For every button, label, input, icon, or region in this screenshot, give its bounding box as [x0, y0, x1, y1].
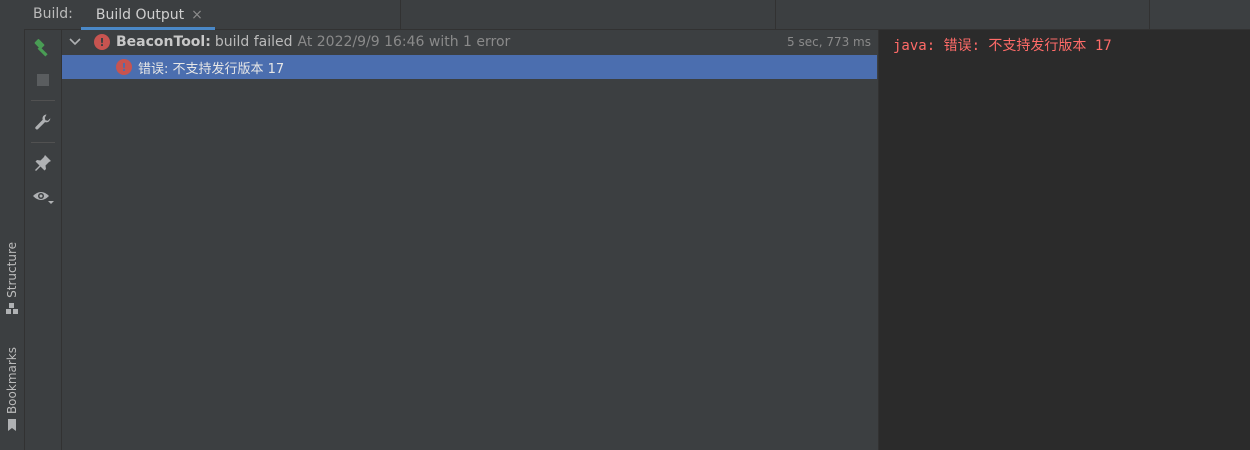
view-options-button[interactable] [31, 185, 55, 209]
tree-row-error[interactable]: ! 错误: 不支持发行版本 17 [62, 55, 877, 79]
build-status: build failed [214, 34, 293, 50]
structure-icon [6, 302, 18, 314]
tab-build-output[interactable]: Build Output × [80, 0, 215, 30]
structure-tab-label: Structure [5, 242, 19, 298]
build-tree: ! BeaconTool: build failed At 2022/9/9 1… [62, 30, 877, 450]
header-divider [775, 0, 776, 29]
rebuild-button[interactable] [31, 36, 55, 60]
bookmarks-tab-label: Bookmarks [5, 347, 19, 415]
tree-row-build-root[interactable]: ! BeaconTool: build failed At 2022/9/9 1… [62, 30, 877, 54]
project-name: BeaconTool: [116, 34, 211, 50]
hammer-icon [34, 39, 48, 57]
error-message: 错误: 不支持发行版本 17 [138, 61, 285, 77]
wrench-icon [35, 114, 51, 130]
eye-icon [33, 192, 54, 204]
bookmark-icon [8, 419, 16, 432]
stop-icon [37, 74, 49, 86]
structure-tool-tab[interactable]: Structure [2, 242, 22, 316]
close-icon[interactable]: × [191, 7, 203, 23]
pin-icon [35, 155, 51, 171]
toolbar-separator [31, 100, 55, 101]
bookmarks-tool-tab[interactable]: Bookmarks [2, 347, 22, 432]
build-tool-window: Structure Bookmarks Build: Build Output … [0, 0, 1250, 450]
error-icon: ! [94, 34, 110, 50]
error-icon: ! [116, 59, 132, 75]
pin-tab-button[interactable] [31, 151, 55, 175]
left-tool-strip: Structure Bookmarks [0, 0, 25, 450]
tool-window-header: Build: Build Output × [24, 0, 1250, 30]
chevron-down-icon[interactable] [68, 35, 82, 49]
tab-build-output-label: Build Output [95, 6, 185, 23]
header-divider [400, 0, 401, 29]
build-meta: At 2022/9/9 16:46 with 1 error [297, 34, 511, 50]
toolbar-separator [31, 142, 55, 143]
build-actions-toolbar [25, 30, 62, 450]
build-settings-button[interactable] [31, 110, 55, 134]
stop-button[interactable] [31, 68, 55, 92]
header-divider [1149, 0, 1150, 29]
console-error-line: java: 错误: 不支持发行版本 17 [893, 38, 1112, 54]
console-output[interactable]: java: 错误: 不支持发行版本 17 [878, 30, 1250, 450]
build-title: Build: [33, 6, 73, 22]
build-timing: 5 sec, 773 ms [787, 35, 871, 49]
